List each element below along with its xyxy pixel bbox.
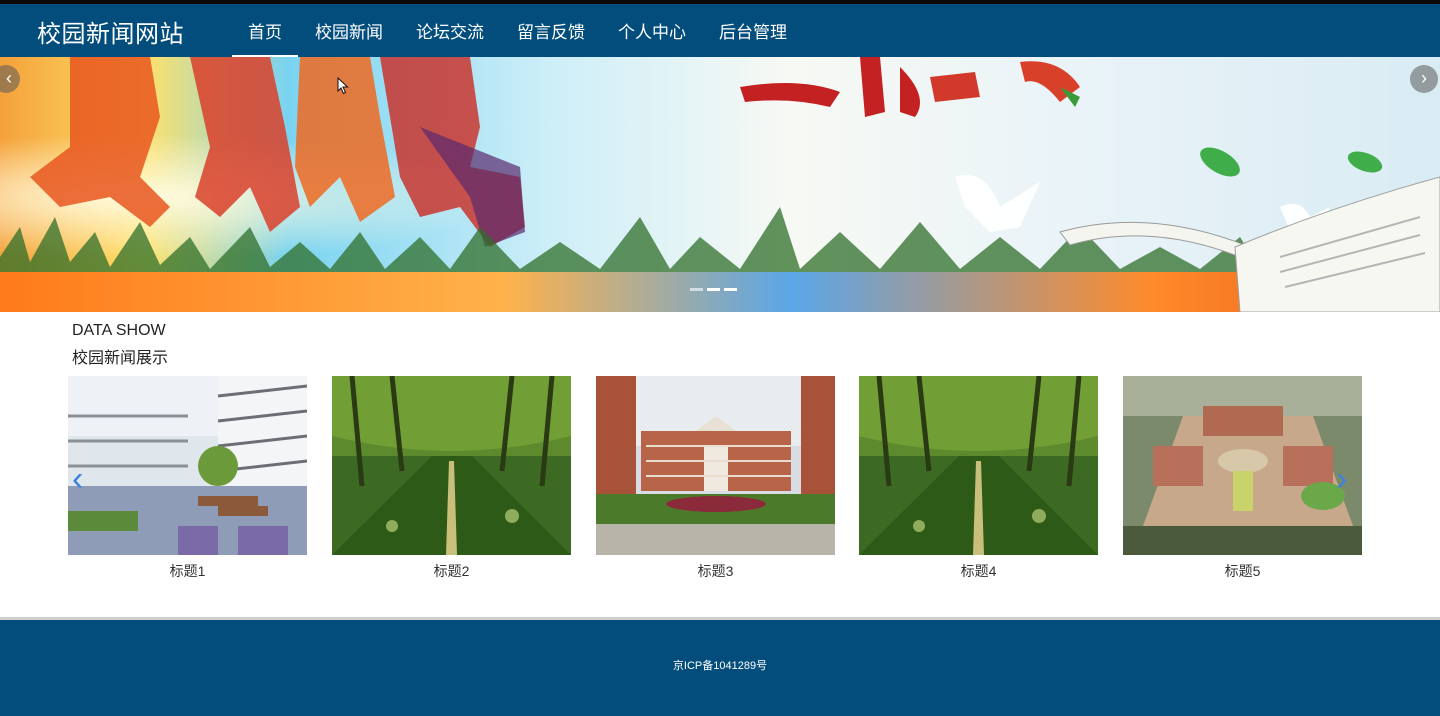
nav-item-admin[interactable]: 后台管理 [703,4,803,57]
banner-dots [690,288,737,291]
top-navbar: 校园新闻网站 首页 校园新闻 论坛交流 留言反馈 个人中心 后台管理 [0,0,1440,58]
banner-image [0,57,1440,312]
footer-icp-text: 京ICP备1041289号 [672,660,768,672]
main-nav: 首页 校园新闻 论坛交流 留言反馈 个人中心 后台管理 [232,4,804,58]
section-title-zh: 校园新闻展示 [72,350,169,367]
chevron-left-icon: ‹ [72,460,84,498]
news-thumbnail[interactable] [68,376,307,555]
news-card-5[interactable]: 标题5 [1123,376,1362,581]
news-card-1[interactable]: 标题1 [68,376,307,581]
section-title-en: DATA SHOW [72,322,166,339]
news-card-4[interactable]: 标题4 [859,376,1098,581]
nav-item-home[interactable]: 首页 [232,4,298,58]
banner-next-button[interactable]: › [1410,65,1438,93]
footer: 京ICP备1041289号 [0,620,1440,716]
chevron-right-icon: › [1421,68,1427,88]
news-card-title[interactable]: 标题1 [68,561,307,581]
news-gallery: 标题1 标题2 标题3 标题4 标题5 ‹ › [68,376,1362,586]
gallery-next-button[interactable]: › [1336,462,1347,496]
chevron-right-icon: › [1336,460,1348,498]
nav-item-forum[interactable]: 论坛交流 [400,4,500,57]
news-thumbnail[interactable] [596,376,835,555]
news-card-title[interactable]: 标题5 [1123,561,1362,581]
gallery-prev-button[interactable]: ‹ [72,462,83,496]
chevron-left-icon: ‹ [6,68,12,88]
news-thumbnail[interactable] [859,376,1098,555]
news-thumbnail[interactable] [332,376,571,555]
news-card-2[interactable]: 标题2 [332,376,571,581]
banner-dot-2[interactable] [707,288,720,291]
nav-item-profile[interactable]: 个人中心 [602,4,702,57]
nav-item-campus-news[interactable]: 校园新闻 [299,4,399,57]
banner-dot-3[interactable] [724,288,737,291]
banner-dot-1[interactable] [690,288,703,291]
news-card-title[interactable]: 标题3 [596,561,835,581]
news-thumbnail[interactable] [1123,376,1362,555]
nav-item-feedback[interactable]: 留言反馈 [501,4,601,57]
news-card-title[interactable]: 标题2 [332,561,571,581]
news-card-3[interactable]: 标题3 [596,376,835,581]
news-card-title[interactable]: 标题4 [859,561,1098,581]
mouse-cursor-icon [337,77,349,95]
site-title[interactable]: 校园新闻网站 [37,14,184,49]
banner-carousel: ‹ › [0,57,1440,312]
